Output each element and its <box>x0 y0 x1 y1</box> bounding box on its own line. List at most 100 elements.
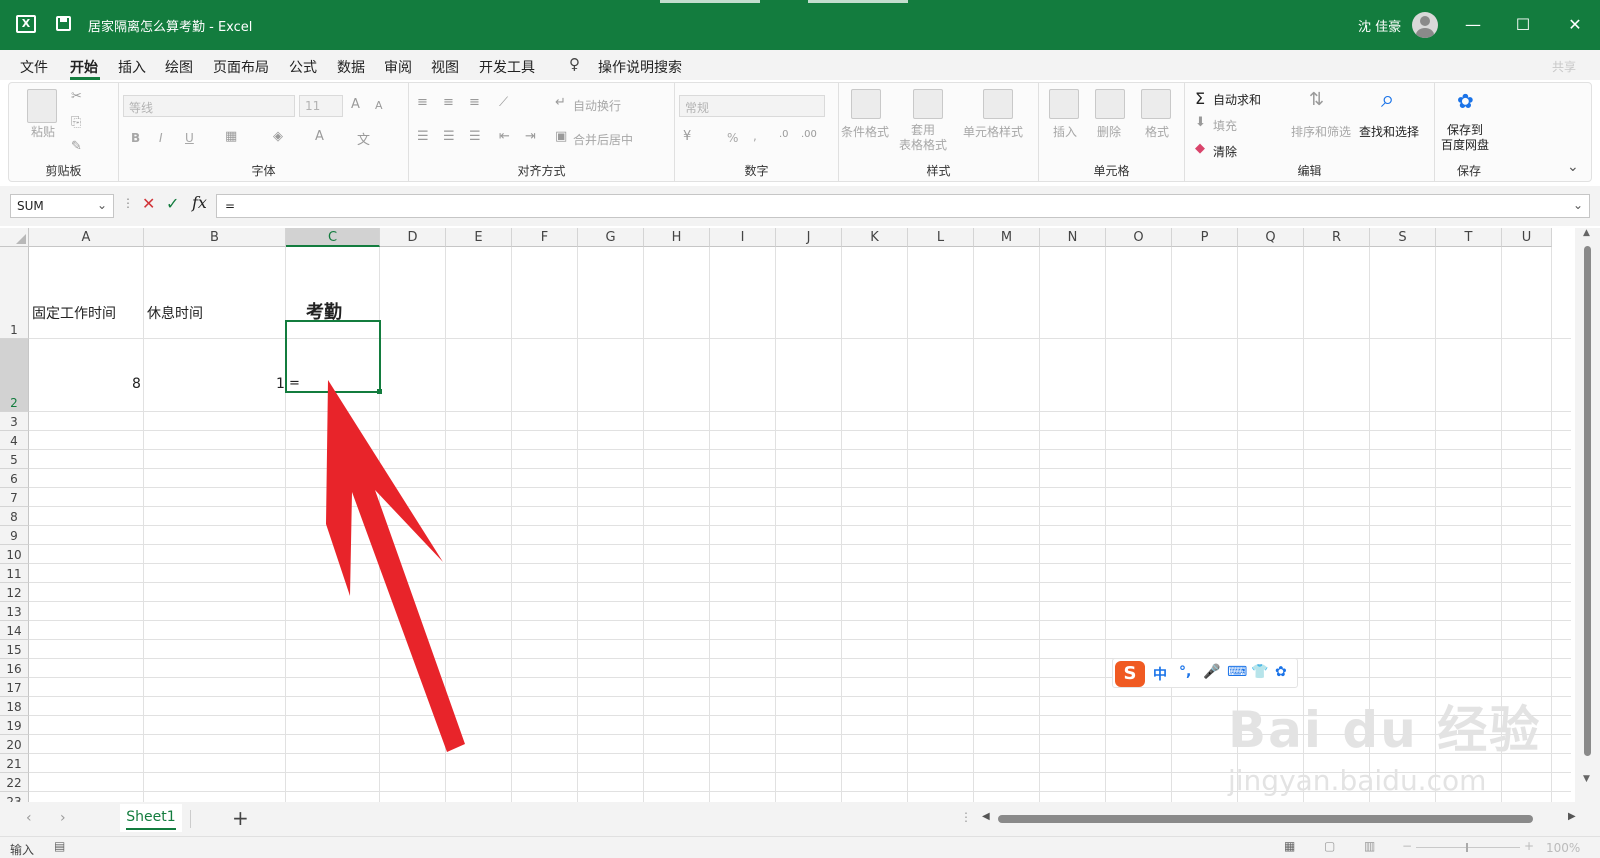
autosum-icon[interactable]: Σ <box>1195 89 1205 108</box>
decrease-indent-icon[interactable]: ⇤ <box>499 129 510 144</box>
expand-formula-icon[interactable]: ⌄ <box>1573 198 1583 212</box>
tab-insert[interactable]: 插入 <box>118 57 146 77</box>
tab-page-layout[interactable]: 页面布局 <box>213 57 269 77</box>
cancel-icon[interactable]: ✕ <box>142 194 155 213</box>
tab-file[interactable]: 文件 <box>20 57 48 77</box>
tab-review[interactable]: 审阅 <box>384 57 412 77</box>
find-select-button[interactable]: 查找和选择 <box>1359 123 1419 140</box>
format-cells-icon[interactable] <box>1141 89 1171 119</box>
minimize-button[interactable]: — <box>1460 12 1486 38</box>
scroll-down-icon[interactable]: ▼ <box>1583 774 1590 784</box>
tab-formulas[interactable]: 公式 <box>289 57 317 77</box>
macro-record-icon[interactable]: ▤ <box>54 839 65 853</box>
save-icon[interactable] <box>56 16 71 31</box>
tell-me-search[interactable]: 操作说明搜索 <box>598 57 682 77</box>
ime-voice-icon[interactable]: 🎤 <box>1203 664 1220 680</box>
sheet-tab-sheet1[interactable]: Sheet1 <box>120 804 182 832</box>
increase-indent-icon[interactable]: ⇥ <box>525 129 536 144</box>
wrap-text-icon[interactable]: ↵ <box>555 95 566 110</box>
insert-cells-button[interactable]: 插入 <box>1053 123 1077 140</box>
chevron-down-icon[interactable]: ⌄ <box>97 198 107 212</box>
ime-toolbar[interactable]: S 中 °, 🎤 ⌨ 👕 ✿ <box>1112 658 1298 688</box>
tab-view[interactable]: 视图 <box>431 57 459 77</box>
share-button[interactable]: 共享 <box>1552 58 1576 75</box>
cell-styles-button[interactable]: 单元格样式 <box>963 123 1023 140</box>
bold-button[interactable]: B <box>131 131 140 145</box>
merge-icon[interactable]: ▣ <box>555 129 567 144</box>
align-left-icon[interactable]: ☰ <box>417 129 429 144</box>
baidu-cloud-icon[interactable]: ✿ <box>1457 89 1474 113</box>
accounting-format-icon[interactable]: ¥ <box>683 129 691 144</box>
tab-home[interactable]: 开始 <box>70 57 98 77</box>
horizontal-scroll-thumb[interactable] <box>998 815 1533 823</box>
fill-color-icon[interactable]: ◈ <box>273 129 283 144</box>
fill-button[interactable]: 填充 <box>1213 117 1237 134</box>
splitter-icon[interactable]: ⋮ <box>960 810 972 824</box>
percent-button[interactable]: % <box>727 131 738 145</box>
autosum-button[interactable]: 自动求和 <box>1213 91 1261 108</box>
scroll-up-icon[interactable]: ▲ <box>1583 228 1590 238</box>
vertical-scroll-thumb[interactable] <box>1584 246 1591 756</box>
sort-filter-button[interactable]: 排序和筛选 <box>1291 123 1351 140</box>
conditional-format-icon[interactable] <box>851 89 881 119</box>
align-right-icon[interactable]: ☰ <box>469 129 481 144</box>
tab-developer[interactable]: 开发工具 <box>479 57 535 77</box>
vertical-scrollbar[interactable]: ▲ ▼ <box>1575 228 1600 802</box>
comma-button[interactable]: , <box>753 129 757 143</box>
zoom-in-icon[interactable]: + <box>1524 839 1534 853</box>
grow-font-icon[interactable]: A <box>351 97 360 112</box>
delete-cells-icon[interactable] <box>1095 89 1125 119</box>
insert-function-icon[interactable]: fx <box>192 193 207 212</box>
scroll-right-icon[interactable]: ▶ <box>1568 811 1576 822</box>
eraser-icon[interactable]: ◆ <box>1195 141 1205 156</box>
format-painter-icon[interactable]: ✎ <box>71 139 82 154</box>
clear-button[interactable]: 清除 <box>1213 143 1237 160</box>
ime-toolbox-icon[interactable]: ✿ <box>1275 664 1287 680</box>
phonetic-icon[interactable]: 文 <box>357 129 370 148</box>
page-layout-view-icon[interactable]: ▢ <box>1324 839 1335 853</box>
paste-icon[interactable] <box>27 89 57 123</box>
borders-icon[interactable]: ▦ <box>225 129 237 144</box>
underline-button[interactable]: U <box>185 131 194 145</box>
save-to-cloud-button[interactable]: 保存到 百度网盘 <box>1441 123 1489 153</box>
maximize-button[interactable]: ☐ <box>1510 12 1536 38</box>
sogou-logo-icon[interactable]: S <box>1115 661 1145 687</box>
find-icon[interactable]: ⌕ <box>1381 85 1394 113</box>
close-button[interactable]: ✕ <box>1562 12 1588 38</box>
insert-cells-icon[interactable] <box>1049 89 1079 119</box>
prev-sheet-icon[interactable]: ‹ <box>26 810 32 826</box>
align-center-icon[interactable]: ☰ <box>443 129 455 144</box>
decrease-decimal-icon[interactable]: .00 <box>801 129 817 140</box>
zoom-slider[interactable] <box>1416 847 1520 848</box>
normal-view-icon[interactable]: ▦ <box>1284 839 1295 853</box>
conditional-format-button[interactable]: 条件格式 <box>841 123 889 140</box>
cut-icon[interactable]: ✂ <box>71 89 82 104</box>
align-top-icon[interactable]: ≡ <box>417 95 428 110</box>
scroll-left-icon[interactable]: ◀ <box>982 811 990 822</box>
format-as-table-button[interactable]: 套用 表格格式 <box>899 123 947 153</box>
ime-skin-icon[interactable]: 👕 <box>1251 664 1268 680</box>
formula-input[interactable]: = ⌄ <box>216 194 1590 218</box>
orientation-icon[interactable]: ⟋ <box>499 95 508 110</box>
sort-filter-icon[interactable]: ⇅ <box>1309 89 1324 110</box>
avatar[interactable] <box>1412 12 1438 38</box>
name-box[interactable]: SUM ⌄ <box>10 194 114 218</box>
add-sheet-button[interactable]: + <box>232 806 249 830</box>
zoom-slider-thumb[interactable] <box>1466 843 1468 852</box>
wrap-text-button[interactable]: 自动换行 <box>573 97 621 114</box>
align-bottom-icon[interactable]: ≡ <box>469 95 480 110</box>
copy-icon[interactable]: ⎘ <box>71 115 81 130</box>
tab-data[interactable]: 数据 <box>337 57 365 77</box>
font-name-select[interactable]: 等线 <box>123 95 295 117</box>
merge-center-button[interactable]: 合并后居中 <box>573 131 633 148</box>
tab-draw[interactable]: 绘图 <box>165 57 193 77</box>
ime-punctuation-icon[interactable]: °, <box>1179 664 1191 680</box>
paste-button[interactable]: 粘贴 <box>31 123 55 140</box>
fill-icon[interactable]: ⬇ <box>1195 115 1206 130</box>
align-middle-icon[interactable]: ≡ <box>443 95 454 110</box>
table-format-icon[interactable] <box>913 89 943 119</box>
cell-styles-icon[interactable] <box>983 89 1013 119</box>
italic-button[interactable]: I <box>159 131 163 145</box>
font-color-icon[interactable]: A <box>315 129 324 144</box>
zoom-out-icon[interactable]: − <box>1402 839 1412 853</box>
